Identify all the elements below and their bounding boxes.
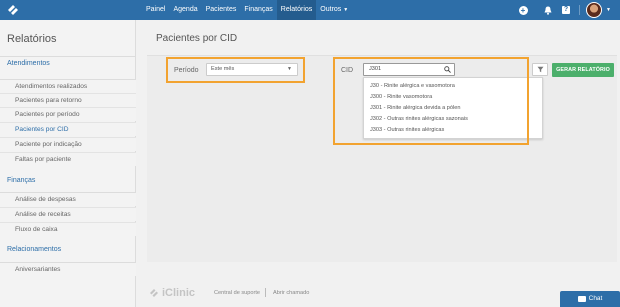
nav-financas[interactable]: Finanças xyxy=(240,0,276,20)
footer-brand-name: iClinic xyxy=(162,287,196,299)
chat-icon xyxy=(577,296,586,302)
nav-outros-label: Outros xyxy=(320,6,342,13)
sidebar-item-fluxo-de-caixa[interactable]: Fluxo de caixa xyxy=(0,222,136,236)
sidebar-item-paciente-por-indicacao[interactable]: Paciente por indicação xyxy=(0,137,136,151)
page-title: Pacientes por CID xyxy=(156,33,238,44)
support-link[interactable]: Central de suporte xyxy=(214,290,260,296)
main-nav: Painel Agenda Pacientes Finanças Relatór… xyxy=(142,0,352,20)
sidebar: Relatórios Atendimentos Atendimentos rea… xyxy=(0,20,136,307)
top-navbar: Painel Agenda Pacientes Finanças Relatór… xyxy=(0,0,620,20)
sidebar-item-analise-de-despesas[interactable]: Análise de despesas xyxy=(0,192,136,206)
nav-painel[interactable]: Painel xyxy=(142,0,169,20)
nav-relatorios[interactable]: Relatórios xyxy=(276,0,317,20)
avatar[interactable] xyxy=(586,2,602,18)
help-icon[interactable]: ? xyxy=(560,0,572,20)
footer-brand: iClinic xyxy=(149,287,195,299)
nav-outros[interactable]: Outros ▼ xyxy=(316,0,352,20)
sidebar-section-atendimentos[interactable]: Atendimentos xyxy=(7,60,50,67)
sidebar-item-pacientes-por-cid[interactable]: Pacientes por CID xyxy=(0,122,136,136)
iclinic-logo-icon[interactable] xyxy=(5,2,20,17)
sidebar-item-analise-de-receitas[interactable]: Análise de receitas xyxy=(0,207,136,221)
highlight-box-cid xyxy=(333,57,529,145)
generate-report-button[interactable]: GERAR RELATÓRIO xyxy=(552,63,614,77)
nav-pacientes[interactable]: Pacientes xyxy=(202,0,241,20)
sidebar-item-atendimentos-realizados[interactable]: Atendimentos realizados xyxy=(0,79,136,93)
add-icon[interactable]: + xyxy=(517,0,529,20)
sidebar-item-faltas-por-paciente[interactable]: Faltas por paciente xyxy=(0,152,136,166)
iclinic-logo-icon xyxy=(150,289,158,297)
sidebar-title: Relatórios xyxy=(7,33,57,45)
divider xyxy=(579,5,580,15)
nav-agenda[interactable]: Agenda xyxy=(169,0,201,20)
sidebar-item-pacientes-para-retorno[interactable]: Pacientes para retorno xyxy=(0,93,136,107)
sidebar-section-relacionamentos[interactable]: Relacionamentos xyxy=(7,246,61,253)
chat-button[interactable]: Chat xyxy=(560,291,620,307)
chevron-down-icon: ▼ xyxy=(343,7,349,13)
open-ticket-link[interactable]: Abrir chamado xyxy=(273,290,309,296)
divider xyxy=(0,56,136,57)
sidebar-item-pacientes-por-periodo[interactable]: Pacientes por período xyxy=(0,107,136,121)
chevron-down-icon[interactable]: ▼ xyxy=(606,0,611,20)
sidebar-item-aniversariantes[interactable]: Aniversariantes xyxy=(0,262,136,276)
filter-button[interactable] xyxy=(532,63,548,76)
highlight-box-periodo xyxy=(166,57,305,83)
divider xyxy=(265,288,266,297)
filter-icon xyxy=(537,66,543,73)
sidebar-section-financas[interactable]: Finanças xyxy=(7,177,35,184)
chat-label: Chat xyxy=(588,295,603,302)
bell-icon[interactable] xyxy=(542,0,554,20)
